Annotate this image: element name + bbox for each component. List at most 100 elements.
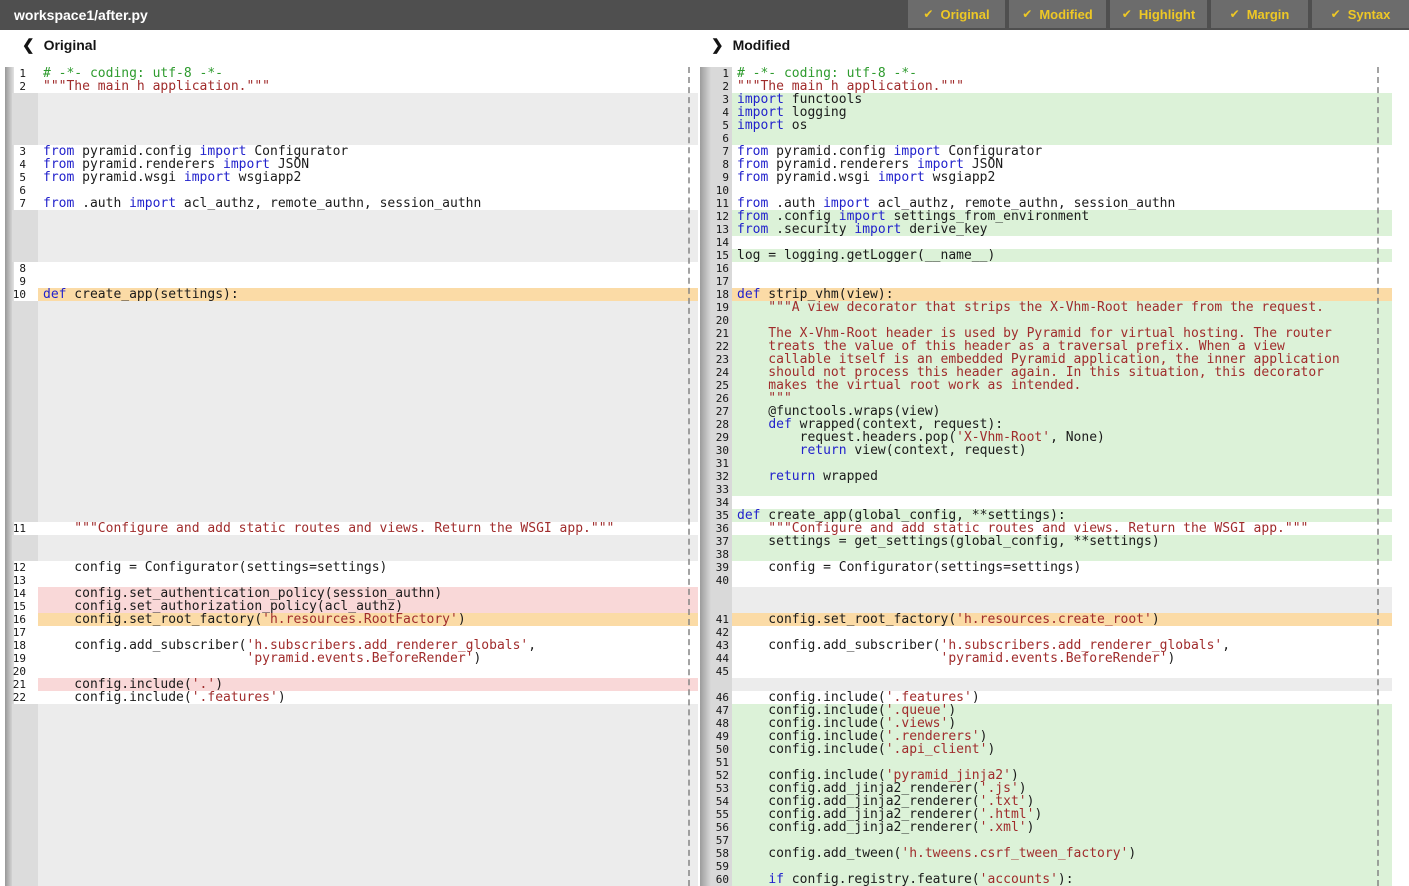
code-text [732,184,1392,197]
code-text [732,548,1392,561]
check-icon: ✔ [1022,7,1032,21]
line-number: 17 [700,275,730,288]
line-number: 15 [12,600,26,613]
check-icon: ✔ [923,7,933,21]
toggle-highlight-button[interactable]: ✔ Highlight [1110,0,1207,28]
line-number [12,249,26,262]
line-number: 7 [700,145,730,158]
line-number [12,743,26,756]
code-line: 36 """Configure and add static routes an… [700,522,1392,535]
gutter-gap [26,756,38,769]
code-line: 34 [700,496,1392,509]
code-text: config.add_jinja2_renderer('.html') [732,808,1392,821]
line-number: 30 [700,444,730,457]
gutter-gap [26,366,38,379]
filler-line [12,314,698,327]
code-text [38,405,698,418]
line-number [12,483,26,496]
code-line: 7from .auth import acl_authz, remote_aut… [12,197,698,210]
code-text: from .auth import acl_authz, remote_auth… [732,197,1392,210]
gutter-gap [26,561,38,574]
line-number: 4 [700,106,730,119]
line-number [12,340,26,353]
code-text: # -*- coding: utf-8 -*- [38,67,698,80]
code-line: 17 [12,626,698,639]
line-number: 50 [700,743,730,756]
code-text [38,626,698,639]
code-line: 3from pyramid.config import Configurator [12,145,698,158]
filler-line [700,678,1392,691]
toggle-original-button[interactable]: ✔ Original [908,0,1005,28]
filler-line [12,392,698,405]
code-line: 24 should not process this header again.… [700,366,1392,379]
toggle-syntax-button[interactable]: ✔ Syntax [1312,0,1409,28]
code-text: """The main h application.""" [38,80,698,93]
code-text: config.include('pyramid_jinja2') [732,769,1392,782]
gutter-gap [26,145,38,158]
code-line: 1 # -*- coding: utf-8 -*- [12,67,698,80]
code-line: 60 if config.registry.feature('accounts'… [700,873,1392,886]
gutter-gap [26,431,38,444]
gutter-gap [26,782,38,795]
line-number [12,704,26,717]
code-text: from .config import settings_from_enviro… [732,210,1392,223]
code-text [38,860,698,873]
filler-line [12,418,698,431]
toggle-margin-button[interactable]: ✔ Margin [1211,0,1308,28]
code-text: """The main h application.""" [732,80,1392,93]
gutter-gap [26,626,38,639]
code-line: 6 [700,132,1392,145]
code-text: return wrapped [732,470,1392,483]
code-text: 'pyramid.events.BeforeRender') [38,652,698,665]
code-text: def strip_vhm(view): [732,288,1392,301]
toggle-margin-label: Margin [1247,7,1290,22]
line-number: 17 [12,626,26,639]
code-text [732,132,1392,145]
code-text [38,444,698,457]
line-number: 7 [12,197,26,210]
code-text: config.include('.renderers') [732,730,1392,743]
filler-line [12,93,698,106]
line-number: 10 [700,184,730,197]
line-number: 22 [700,340,730,353]
filler-line [12,548,698,561]
code-line: 56 config.add_jinja2_renderer('.xml') [700,821,1392,834]
line-number [12,301,26,314]
code-line: 47 config.include('.queue') [700,704,1392,717]
code-text: from pyramid.wsgi import wsgiapp2 [732,171,1392,184]
code-text [732,483,1392,496]
gutter-gap [26,522,38,535]
code-line: 1# -*- coding: utf-8 -*- [700,67,1392,80]
code-line: 18 config.add_subscriber('h.subscribers.… [12,639,698,652]
gutter-gap [26,223,38,236]
filler-line [12,821,698,834]
code-text: callable itself is an embedded Pyramid a… [732,353,1392,366]
code-text: @functools.wraps(view) [732,405,1392,418]
line-number: 53 [700,782,730,795]
code-line: 11 """Configure and add static routes an… [12,522,698,535]
code-text [38,431,698,444]
code-line: 14 [700,236,1392,249]
code-text [732,262,1392,275]
line-number [12,314,26,327]
code-text [38,457,698,470]
line-number: 13 [12,574,26,587]
code-text [38,210,698,223]
line-number [12,496,26,509]
line-number: 18 [12,639,26,652]
original-pane-header: ❮ Original [22,30,96,60]
window-title: workspace1/after.py [0,0,908,30]
line-number: 1 [12,67,26,80]
code-text [38,93,698,106]
filler-line [12,366,698,379]
code-text: config.set_authentication_policy(session… [38,587,698,600]
toggle-modified-button[interactable]: ✔ Modified [1009,0,1106,28]
line-number: 38 [700,548,730,561]
line-number [12,353,26,366]
chevron-right-icon: ❯ [711,36,724,54]
toolbar: ✔ Original ✔ Modified ✔ Highlight ✔ Marg… [908,0,1409,30]
line-number: 39 [700,561,730,574]
code-line: 2"""The main h application.""" [12,80,698,93]
toggle-syntax-label: Syntax [1348,7,1391,22]
filler-line [12,132,698,145]
